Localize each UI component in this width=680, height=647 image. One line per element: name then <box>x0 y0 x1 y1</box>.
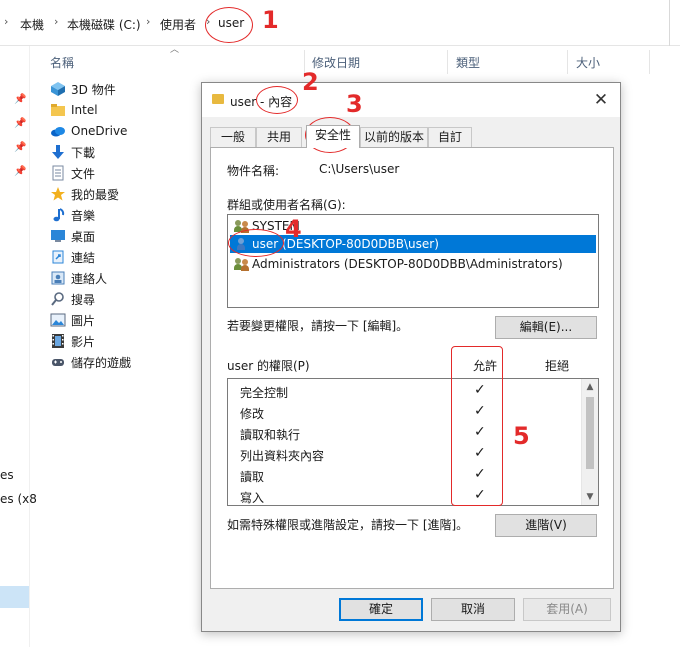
annotation-circle-user-entry <box>228 229 284 257</box>
breadcrumb-separator: › <box>54 15 59 28</box>
link-icon <box>50 249 66 265</box>
folder-item-links[interactable]: 連結 <box>50 247 95 267</box>
tab-sharing[interactable]: 共用 <box>256 127 302 147</box>
column-header-size[interactable]: 大小 <box>576 54 600 71</box>
breadcrumb-separator: › <box>146 15 151 28</box>
annotation-number-5: 5 <box>513 422 530 450</box>
folder-item-music[interactable]: 音樂 <box>50 205 95 225</box>
folder-item-saved-games[interactable]: 儲存的遊戲 <box>50 352 131 372</box>
column-divider[interactable] <box>447 50 448 74</box>
ok-button[interactable]: 確定 <box>339 598 423 621</box>
groups-label: 群組或使用者名稱(G): <box>227 198 346 212</box>
cloud-icon <box>50 123 66 139</box>
folder-item-contacts[interactable]: 連絡人 <box>50 268 107 288</box>
permission-list-folder: 列出資料夾內容 <box>240 449 325 463</box>
column-header-name[interactable]: 名稱 <box>50 54 74 71</box>
permission-read: 讀取 <box>240 470 265 484</box>
list-item-administrators[interactable]: Administrators (DESKTOP-80D0DBB\Administ… <box>230 255 596 273</box>
column-header-type[interactable]: 類型 <box>456 54 480 71</box>
folder-item-videos[interactable]: 影片 <box>50 331 95 351</box>
permissions-list[interactable]: 完全控制 ✓ 修改 ✓ 讀取和執行 ✓ 列出資料夾內容 ✓ 讀取 ✓ 寫入 ✓ … <box>227 378 599 506</box>
folder-icon <box>50 102 66 118</box>
permission-write: 寫入 <box>240 491 265 505</box>
folder-item-onedrive[interactable]: OneDrive <box>50 121 127 141</box>
address-bar-divider <box>669 0 670 46</box>
column-divider[interactable] <box>649 50 650 74</box>
object-name-value: C:\Users\user <box>319 162 400 176</box>
desktop-icon <box>50 228 66 244</box>
search-icon <box>50 291 66 307</box>
pin-icon[interactable]: 📌 <box>14 94 26 105</box>
close-icon[interactable]: ✕ <box>590 89 612 111</box>
object-name-label: 物件名稱: <box>227 164 280 178</box>
cube-icon <box>50 81 66 97</box>
folder-item-desktop[interactable]: 桌面 <box>50 226 95 246</box>
annotation-number-2: 2 <box>302 68 319 96</box>
annotation-number-1: 1 <box>262 6 279 34</box>
users-group-icon <box>234 257 250 271</box>
annotation-circle-user <box>205 7 253 43</box>
scroll-up-icon[interactable]: ▲ <box>582 379 598 395</box>
edit-button[interactable]: 編輯(E)... <box>495 316 597 339</box>
pictures-icon <box>50 312 66 328</box>
nav-item-selected[interactable] <box>0 586 29 608</box>
game-icon <box>50 354 66 370</box>
star-icon <box>50 186 66 202</box>
apply-button[interactable]: 套用(A) <box>523 598 611 621</box>
permission-modify: 修改 <box>240 407 265 421</box>
pin-icon[interactable]: 📌 <box>14 118 26 129</box>
folder-item-documents[interactable]: 文件 <box>50 163 95 183</box>
deny-column-header: 拒絕 <box>545 359 570 373</box>
tab-previous-versions[interactable]: 以前的版本 <box>360 127 428 147</box>
download-icon <box>50 144 66 160</box>
music-icon <box>50 207 66 223</box>
permission-full-control: 完全控制 <box>240 386 289 400</box>
nav-item-truncated[interactable]: es (x8 <box>0 492 37 506</box>
permissions-scrollbar[interactable]: ▲ ▼ <box>581 379 598 505</box>
group-user-list[interactable]: SYSTEM user (DESKTOP-80D0DBB\user) Admin… <box>227 214 599 308</box>
document-icon <box>50 165 66 181</box>
column-divider[interactable] <box>567 50 568 74</box>
advanced-hint: 如需特殊權限或進階設定，請按一下 [進階]。 <box>227 518 469 532</box>
annotation-number-4: 4 <box>285 215 302 243</box>
folder-item-favorites[interactable]: 我的最愛 <box>50 184 119 204</box>
annotation-number-3: 3 <box>346 90 363 118</box>
properties-dialog: user - 內容 ✕ 一般 共用 安全性 以前的版本 自訂 物件名稱: C:\… <box>201 82 621 632</box>
pin-icon[interactable]: 📌 <box>14 142 26 153</box>
tab-customize[interactable]: 自訂 <box>428 127 472 147</box>
folder-icon <box>212 94 224 104</box>
video-icon <box>50 333 66 349</box>
contacts-icon <box>50 270 66 286</box>
annotation-circle-properties <box>256 86 298 114</box>
address-bar[interactable]: › 本機 › 本機磁碟 (C:) › 使用者 › user <box>0 0 680 46</box>
nav-item-truncated[interactable]: es <box>0 468 14 482</box>
breadcrumb-item-users[interactable]: 使用者 <box>160 16 196 33</box>
tab-security[interactable]: 安全性 <box>306 125 360 148</box>
column-header-modified[interactable]: 修改日期 <box>312 54 360 71</box>
folder-item-searches[interactable]: 搜尋 <box>50 289 95 309</box>
sort-ascending-icon: ︿ <box>170 45 180 55</box>
breadcrumb-item-this-pc[interactable]: 本機 <box>20 16 44 33</box>
edit-hint: 若要變更權限，請按一下 [編輯]。 <box>227 319 409 333</box>
permissions-label: user 的權限(P) <box>227 359 310 373</box>
scroll-thumb[interactable] <box>586 397 594 469</box>
folder-item-intel[interactable]: Intel <box>50 100 98 120</box>
folder-item-pictures[interactable]: 圖片 <box>50 310 95 330</box>
folder-item-downloads[interactable]: 下載 <box>50 142 95 162</box>
scroll-down-icon[interactable]: ▼ <box>582 489 598 505</box>
permission-read-execute: 讀取和執行 <box>240 428 301 442</box>
pin-icon[interactable]: 📌 <box>14 166 26 177</box>
security-panel: 物件名稱: C:\Users\user 群組或使用者名稱(G): SYSTEM … <box>210 147 614 589</box>
advanced-button[interactable]: 進階(V) <box>495 514 597 537</box>
breadcrumb-separator: › <box>4 15 9 28</box>
breadcrumb-item-local-disk[interactable]: 本機磁碟 (C:) <box>67 16 141 33</box>
folder-item-3d-objects[interactable]: 3D 物件 <box>50 79 116 99</box>
cancel-button[interactable]: 取消 <box>431 598 515 621</box>
tab-general[interactable]: 一般 <box>210 127 256 147</box>
navigation-pane[interactable] <box>0 46 30 647</box>
annotation-box-allow-column <box>451 346 503 506</box>
